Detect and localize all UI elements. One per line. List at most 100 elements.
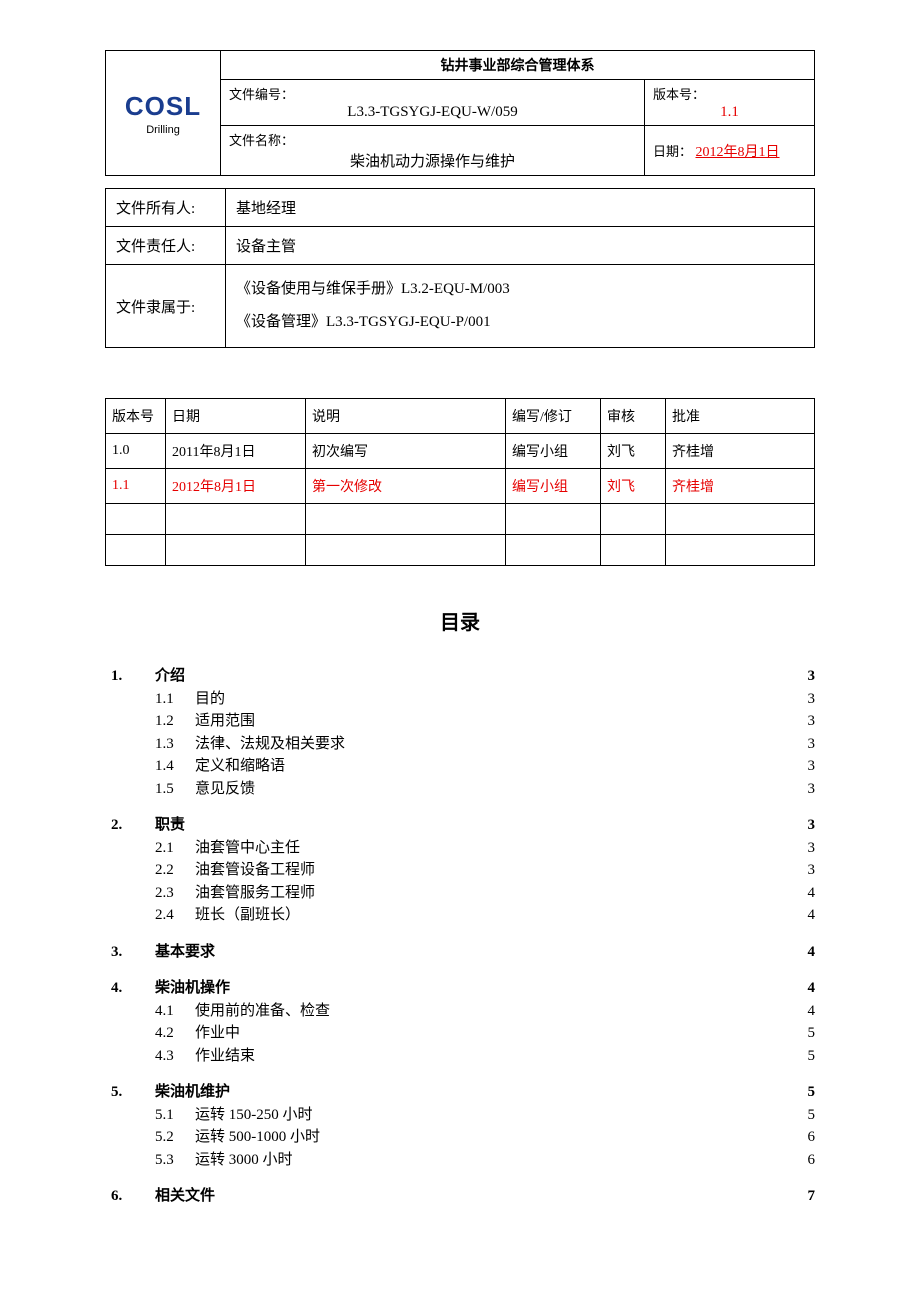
toc-title: 目录: [105, 606, 815, 635]
toc-text: 相关文件: [155, 1185, 785, 1208]
toc-text: 油套管设备工程师: [195, 859, 785, 882]
toc-section: 6.相关文件7: [105, 1185, 815, 1208]
toc-subsection: 2.2油套管设备工程师3: [105, 859, 815, 882]
toc-number: 5.3: [155, 1149, 195, 1172]
toc-section: 1.介绍3: [105, 665, 815, 688]
revision-history-table: 版本号 日期 说明 编写/修订 审核 批准 1.02011年8月1日初次编写编写…: [105, 398, 815, 566]
revision-cell: 第一次修改: [306, 469, 506, 504]
toc-number: 1.2: [155, 710, 195, 733]
toc-page: 6: [785, 1126, 815, 1149]
revision-cell: [601, 535, 666, 566]
toc-page: 4: [785, 977, 815, 1000]
toc-section: 5.柴油机维护5: [105, 1081, 815, 1104]
toc-page: 4: [785, 1000, 815, 1023]
revision-cell: [666, 535, 815, 566]
revision-cell: [601, 504, 666, 535]
toc-number: 1.4: [155, 755, 195, 778]
toc-page: 5: [785, 1045, 815, 1068]
toc-text: 班长（副班长）: [195, 904, 785, 927]
toc-page: 5: [785, 1104, 815, 1127]
toc-number: 4.2: [155, 1022, 195, 1045]
toc-number: 2.2: [155, 859, 195, 882]
toc-number: 1.3: [155, 733, 195, 756]
toc-subsection: 1.5意见反馈3: [105, 778, 815, 801]
document-header-table: COSL Drilling 钻井事业部综合管理体系 文件编号： L3.3-TGS…: [105, 50, 815, 176]
toc-number: 5.1: [155, 1104, 195, 1127]
toc-number: 2.3: [155, 882, 195, 905]
toc-number: 2.1: [155, 837, 195, 860]
doc-number-label: 文件编号：: [229, 87, 294, 102]
toc-page: 4: [785, 904, 815, 927]
rev-header-desc: 说明: [306, 399, 506, 434]
date-cell: 日期： 2012年8月1日: [645, 126, 815, 176]
doc-name-label: 文件名称：: [229, 133, 294, 148]
toc-page: 4: [785, 941, 815, 964]
toc-text: 柴油机维护: [155, 1081, 785, 1104]
revision-cell: [306, 535, 506, 566]
toc-text: 运转 150-250 小时: [195, 1104, 785, 1127]
toc-page: 3: [785, 755, 815, 778]
revision-cell: 编写小组: [506, 469, 601, 504]
belong-label: 文件隶属于:: [106, 265, 226, 348]
doc-number-value: L3.3-TGSYGJ-EQU-W/059: [229, 104, 636, 121]
doc-name-cell: 文件名称： 柴油机动力源操作与维护: [221, 126, 645, 176]
toc-number: 2.: [105, 814, 155, 837]
revision-row: 1.02011年8月1日初次编写编写小组刘飞齐桂增: [106, 434, 815, 469]
toc-text: 柴油机操作: [155, 977, 785, 1000]
revision-cell: [506, 504, 601, 535]
logo-main: COSL: [114, 91, 212, 122]
toc-number: 3.: [105, 941, 155, 964]
toc-page: 3: [785, 859, 815, 882]
revision-cell: [166, 535, 306, 566]
toc-text: 适用范围: [195, 710, 785, 733]
toc-text: 使用前的准备、检查: [195, 1000, 785, 1023]
document-title: 钻井事业部综合管理体系: [221, 51, 815, 80]
revision-cell: [106, 535, 166, 566]
toc-text: 作业中: [195, 1022, 785, 1045]
doc-name-value: 柴油机动力源操作与维护: [229, 150, 636, 171]
table-of-contents: 1.介绍31.1目的31.2适用范围31.3法律、法规及相关要求31.4定义和缩…: [105, 665, 815, 1208]
revision-row: 1.12012年8月1日第一次修改编写小组刘飞齐桂增: [106, 469, 815, 504]
doc-number-cell: 文件编号： L3.3-TGSYGJ-EQU-W/059: [221, 80, 645, 126]
revision-cell: 齐桂增: [666, 434, 815, 469]
revision-cell: 1.0: [106, 434, 166, 469]
revision-cell: 1.1: [106, 469, 166, 504]
revision-cell: 2012年8月1日: [166, 469, 306, 504]
toc-page: 3: [785, 778, 815, 801]
revision-cell: 编写小组: [506, 434, 601, 469]
toc-text: 意见反馈: [195, 778, 785, 801]
responsible-label: 文件责任人:: [106, 227, 226, 265]
toc-subsection: 1.1目的3: [105, 688, 815, 711]
toc-number: 1.1: [155, 688, 195, 711]
rev-header-date: 日期: [166, 399, 306, 434]
toc-subsection: 2.4班长（副班长）4: [105, 904, 815, 927]
revision-cell: 刘飞: [601, 469, 666, 504]
toc-subsection: 1.2适用范围3: [105, 710, 815, 733]
toc-number: 4.3: [155, 1045, 195, 1068]
toc-page: 4: [785, 882, 815, 905]
revision-row-empty: [106, 535, 815, 566]
toc-number: 1.5: [155, 778, 195, 801]
belong-line-1: 《设备使用与维保手册》L3.2-EQU-M/003: [236, 273, 804, 306]
toc-page: 3: [785, 837, 815, 860]
toc-number: 4.: [105, 977, 155, 1000]
toc-page: 5: [785, 1022, 815, 1045]
logo-sub: Drilling: [114, 124, 212, 136]
toc-subsection: 5.2运转 500-1000 小时6: [105, 1126, 815, 1149]
version-value: 1.1: [653, 104, 806, 121]
toc-text: 目的: [195, 688, 785, 711]
toc-section: 3.基本要求4: [105, 941, 815, 964]
rev-header-author: 编写/修订: [506, 399, 601, 434]
toc-text: 运转 3000 小时: [195, 1149, 785, 1172]
toc-subsection: 4.1使用前的准备、检查4: [105, 1000, 815, 1023]
toc-number: 5.: [105, 1081, 155, 1104]
version-cell: 版本号： 1.1: [645, 80, 815, 126]
toc-subsection: 5.3运转 3000 小时6: [105, 1149, 815, 1172]
date-label: 日期：: [653, 144, 692, 159]
revision-cell: [166, 504, 306, 535]
rev-header-approve: 批准: [666, 399, 815, 434]
rev-header-version: 版本号: [106, 399, 166, 434]
toc-section: 4.柴油机操作4: [105, 977, 815, 1000]
toc-text: 运转 500-1000 小时: [195, 1126, 785, 1149]
logo-cell: COSL Drilling: [106, 51, 221, 176]
